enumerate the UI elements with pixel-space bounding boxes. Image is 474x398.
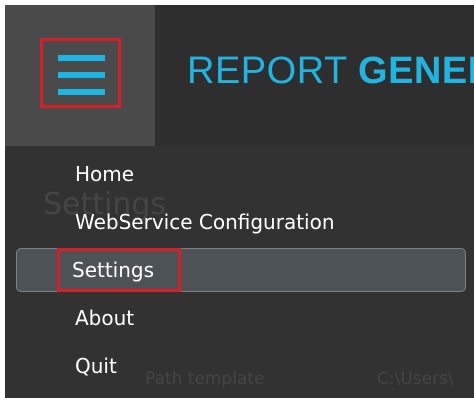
menu-item-label: WebService Configuration <box>75 210 335 234</box>
menu-item-about[interactable]: About <box>5 296 474 340</box>
app-header: REPORT GENER <box>5 5 474 146</box>
menu-item-home[interactable]: Home <box>5 152 474 196</box>
menu-item-webservice-configuration[interactable]: WebService Configuration <box>5 200 474 244</box>
app-title-bold: GENER <box>358 50 474 92</box>
menu-toggle-tile <box>5 5 155 146</box>
menu-item-label: About <box>75 306 135 330</box>
app-title: REPORT GENER <box>187 50 474 93</box>
menu-toggle-button[interactable] <box>40 38 121 108</box>
menu-item-label: Home <box>75 162 135 186</box>
app-window: REPORT GENER Settings Path template C:\U… <box>5 5 474 398</box>
app-title-light: REPORT <box>187 50 359 92</box>
menu-item-label: Quit <box>75 354 117 378</box>
annotation-highlight-box <box>57 248 181 292</box>
hamburger-menu-icon <box>58 53 105 97</box>
menu-item-quit[interactable]: Quit <box>5 344 474 388</box>
